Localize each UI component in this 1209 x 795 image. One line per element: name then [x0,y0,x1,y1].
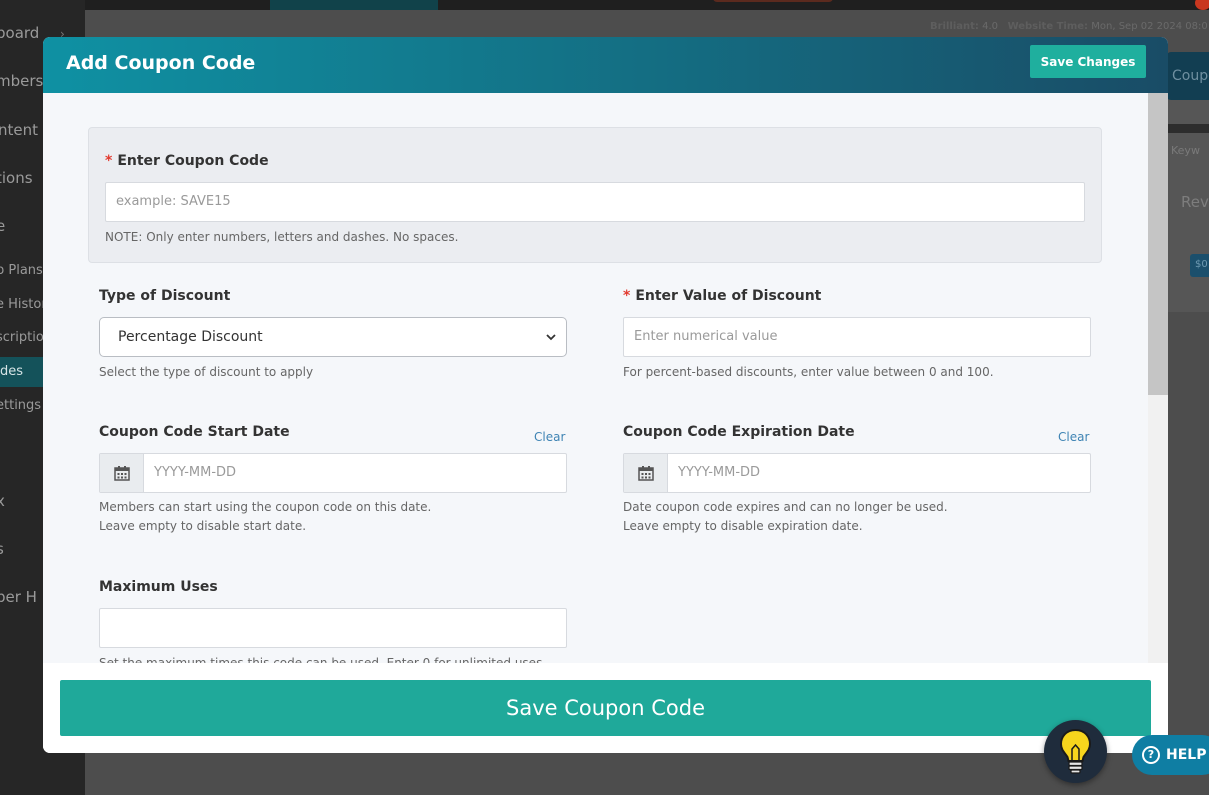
modal-footer: Save Coupon Code [43,663,1168,753]
maximum-uses-label: Maximum Uses [99,579,218,595]
start-date-label: Coupon Code Start Date [99,424,290,440]
help-button[interactable]: ? HELP [1132,735,1209,775]
start-date-clear-link[interactable]: Clear [534,430,565,444]
coupon-code-label: * Enter Coupon Code [105,153,269,169]
modal-body: * Enter Coupon Code example: SAVE15 NOTE:… [43,93,1148,663]
coupon-code-section: * Enter Coupon Code example: SAVE15 NOTE:… [88,127,1102,263]
start-date-hint-2: Leave empty to disable start date. [99,519,307,533]
discount-value-hint: For percent-based discounts, enter value… [623,365,994,379]
calendar-icon [114,466,130,481]
start-date-calendar-button[interactable] [100,454,144,492]
expiration-date-label: Coupon Code Expiration Date [623,424,855,440]
background-topbar [85,0,1209,10]
sidebar-item-x: x [0,492,5,510]
coupon-code-input[interactable]: example: SAVE15 [105,182,1085,222]
sidebar-item-subscriptions: scriptio [0,330,44,345]
modal-title: Add Coupon Code [66,52,256,74]
sidebar-item-content: ntent [0,121,39,139]
start-date-hint-1: Members can start using the coupon code … [99,500,432,514]
chevron-down-icon [546,334,556,341]
discount-type-select[interactable]: Percentage Discount [99,317,567,357]
background-revenue-header: Rev [1181,193,1209,211]
expiration-date-calendar-button[interactable] [624,454,668,492]
background-pill [713,0,833,2]
discount-type-hint: Select the type of discount to apply [99,365,314,379]
sidebar-item-plans: p Plans [0,263,43,278]
background-coupons-button: Coupons [1166,52,1209,100]
background-status: Brilliant: 4.0 Website Time: Mon, Sep 02… [930,21,1208,32]
maximum-uses-input[interactable] [99,608,567,648]
discount-value-input[interactable]: Enter numerical value [623,317,1091,357]
background-bar [1168,124,1209,133]
discount-value-label: * Enter Value of Discount [623,288,822,304]
coupon-code-note: NOTE: Only enter numbers, letters and da… [105,230,459,244]
expiration-date-hint-2: Leave empty to disable expiration date. [623,519,863,533]
expiration-date-clear-link[interactable]: Clear [1058,430,1089,444]
modal-scrollbar-thumb[interactable] [1148,93,1168,395]
modal-header: Add Coupon Code Save Changes [43,37,1168,93]
notification-dot [1195,0,1209,10]
question-circle-icon: ? [1142,746,1160,764]
background-price-badge: $0 [1190,254,1209,277]
sidebar-item-developer-hub: per H [0,588,37,606]
save-coupon-code-button[interactable]: Save Coupon Code [60,680,1151,736]
background-keyword-input: Keyw [1171,144,1200,157]
sidebar-item-s: s [0,540,4,558]
expiration-date-hint-1: Date coupon code expires and can no long… [623,500,948,514]
expiration-date-input[interactable]: YYYY-MM-DD [623,453,1091,493]
sidebar-item-members: mbers [0,72,44,90]
lightbulb-icon [1059,728,1092,774]
sidebar-item-dashboard: board [0,24,40,42]
required-mark: * [105,153,113,169]
sidebar-item-history: e Histor [0,297,47,312]
sidebar-item-transactions: tions [0,169,33,187]
maximum-uses-hint: Set the maximum times this code can be u… [99,656,547,663]
calendar-icon [638,466,654,481]
required-mark: * [623,288,631,304]
save-changes-button[interactable]: Save Changes [1030,45,1146,78]
tips-lightbulb-button[interactable] [1044,720,1107,783]
sidebar-item-e: e [0,217,6,235]
start-date-input[interactable]: YYYY-MM-DD [99,453,567,493]
sidebar-item-settings: ettings [0,398,42,413]
background-active-tab [270,0,438,10]
discount-type-label: Type of Discount [99,288,231,304]
add-coupon-modal: Add Coupon Code Save Changes * Enter Coup… [43,37,1168,753]
